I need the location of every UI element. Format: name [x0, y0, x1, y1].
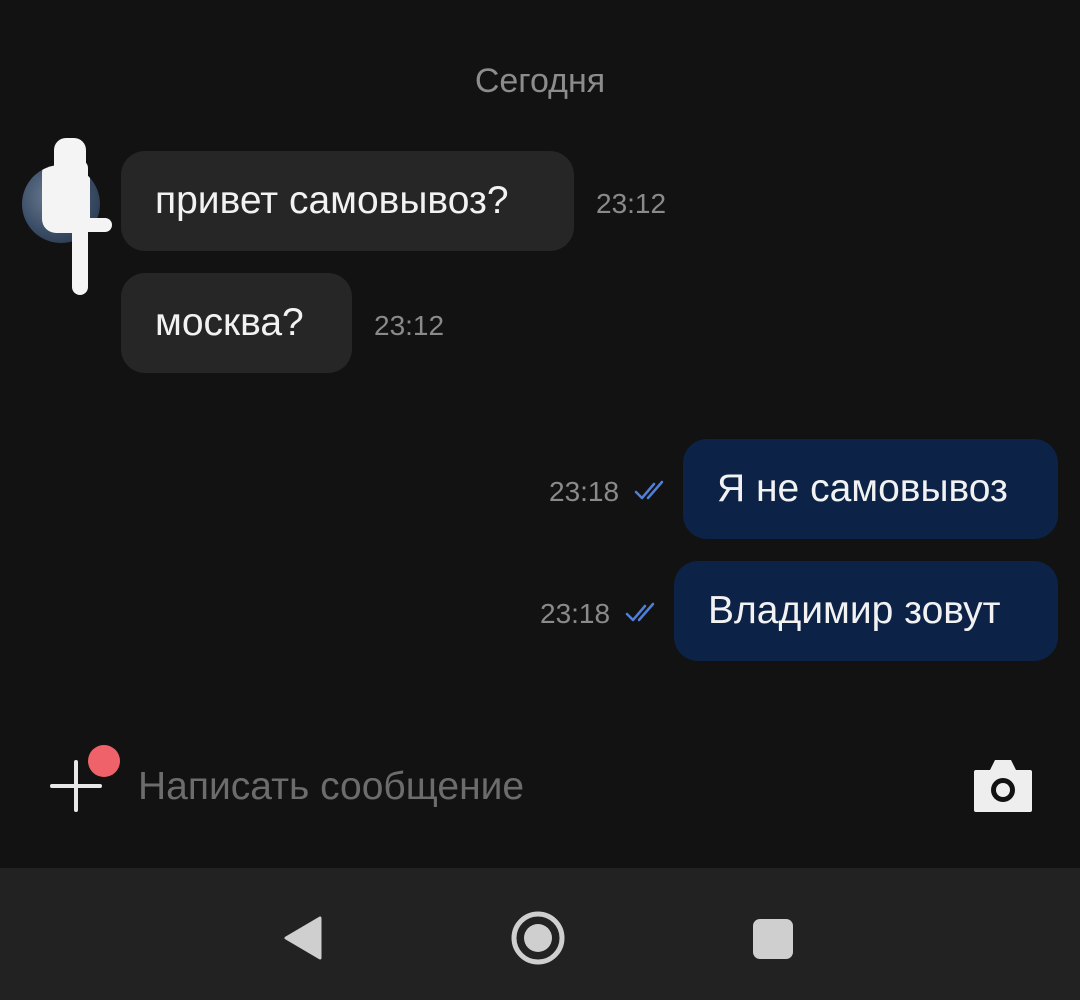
message-text: привет самовывоз?: [155, 179, 509, 222]
double-check-icon: [634, 480, 664, 500]
notification-badge: [88, 745, 120, 777]
message-time: 23:18: [549, 476, 620, 507]
message-input[interactable]: [138, 762, 918, 812]
back-triangle-icon[interactable]: [278, 908, 338, 968]
recents-square-icon[interactable]: [742, 908, 802, 968]
camera-icon[interactable]: [972, 756, 1034, 814]
message-time: 23:12: [596, 188, 667, 219]
message-bubble-incoming[interactable]: привет самовывоз?: [121, 151, 574, 251]
message-bubble-incoming[interactable]: москва?: [121, 273, 352, 373]
message-text: москва?: [155, 301, 304, 344]
home-circle-icon[interactable]: [508, 908, 568, 968]
double-check-icon: [625, 602, 655, 622]
message-time: 23:12: [374, 310, 445, 341]
message-bubble-outgoing[interactable]: Владимир зовут: [674, 561, 1058, 661]
message-bubble-outgoing[interactable]: Я не самовывоз: [683, 439, 1058, 539]
date-separator: Сегодня: [474, 62, 606, 100]
message-time: 23:18: [540, 598, 611, 629]
redaction-scribble: [78, 218, 112, 232]
message-text: Владимир зовут: [708, 589, 1001, 632]
message-text: Я не самовывоз: [717, 467, 1008, 510]
